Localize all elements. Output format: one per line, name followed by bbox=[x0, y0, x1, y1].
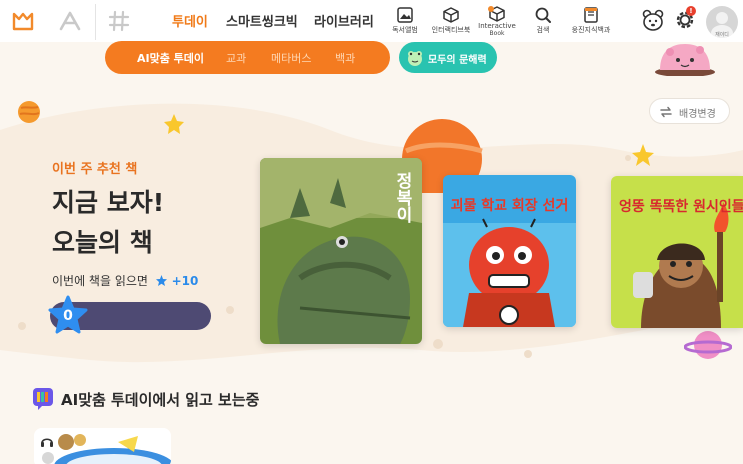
nav-library[interactable]: 라이브러리 bbox=[314, 11, 374, 30]
background-change-label: 배경변경 bbox=[679, 109, 716, 120]
swap-icon bbox=[660, 106, 672, 118]
tab-metaverse[interactable]: 메타버스 bbox=[271, 50, 311, 66]
interactive-en-label-2: Book bbox=[489, 30, 505, 37]
blue-star-icon bbox=[155, 275, 167, 286]
star-deco-icon bbox=[164, 114, 184, 134]
headphones-icon bbox=[41, 438, 53, 447]
pink-planet-deco bbox=[684, 331, 732, 359]
album-icon bbox=[397, 7, 413, 23]
subnav-bar: AI맞춤 투데이 교과 메타버스 백과 bbox=[105, 41, 390, 74]
book-stack-icon bbox=[33, 388, 53, 410]
encyclopedia-label: 웅진지식백과 bbox=[571, 26, 611, 34]
encyclopedia-button[interactable]: 웅진지식백과 bbox=[566, 6, 616, 34]
avatar-name: 재이디 bbox=[715, 32, 729, 38]
top-bar: 투데이 스마트씽크빅 라이브러리 독서앨범 인터랙티브북 Interactive… bbox=[0, 0, 743, 42]
book-card-2[interactable]: 괴물 학교 회장 선거 bbox=[443, 175, 576, 327]
notification-badge: ! bbox=[686, 6, 696, 16]
hero-title: 지금 보자! 오늘의 책 bbox=[52, 183, 164, 263]
book-title-3: 엉뚱 똑똑한 원시인들 bbox=[619, 199, 743, 215]
avatar[interactable]: 재이디 bbox=[706, 6, 738, 38]
star-count: 0 bbox=[63, 308, 73, 324]
book-card-3[interactable]: 엉뚱 똑똑한 원시인들 bbox=[611, 176, 743, 328]
reward-points: +10 bbox=[171, 274, 199, 288]
tab-curriculum[interactable]: 교과 bbox=[226, 50, 246, 66]
avatar-head bbox=[716, 12, 728, 24]
search-icon bbox=[535, 7, 551, 23]
book-title-1: 정복이 bbox=[392, 172, 412, 223]
interactive-book-en-button[interactable]: Interactive Book bbox=[472, 6, 522, 37]
star-count-badge: 0 bbox=[46, 294, 90, 338]
interactive-book-kr-button[interactable]: 인터랙티브북 bbox=[426, 6, 476, 34]
hero-title-line-2: 오늘의 책 bbox=[52, 228, 153, 257]
reward-text: 이번에 책을 읽으면 +10 bbox=[52, 272, 198, 289]
pink-creature-deco bbox=[655, 44, 715, 76]
nav-today[interactable]: 투데이 bbox=[172, 11, 208, 30]
section-title: AI맞춤 투데이에서 읽고 보는중 bbox=[61, 391, 260, 409]
search-label: 검색 bbox=[536, 26, 550, 34]
frog-face-icon bbox=[408, 51, 422, 66]
literacy-button[interactable]: 모두의 문해력 bbox=[399, 42, 497, 73]
star-deco-right-icon bbox=[632, 144, 654, 166]
encyclopedia-icon bbox=[584, 7, 598, 23]
interactive-kr-label: 인터랙티브북 bbox=[431, 26, 471, 34]
box-en-icon bbox=[488, 6, 505, 22]
book-card-1[interactable]: 정복이 bbox=[260, 158, 422, 344]
interactive-en-label-1: Interactive bbox=[478, 22, 516, 30]
bear-icon[interactable] bbox=[641, 8, 665, 32]
ai-logo-icon[interactable] bbox=[58, 10, 82, 32]
reading-card[interactable] bbox=[34, 428, 171, 464]
reading-album-button[interactable]: 독서앨범 bbox=[380, 6, 430, 34]
grid-logo-icon[interactable] bbox=[107, 9, 131, 33]
hero-subtitle: 이번 주 추천 책 bbox=[52, 162, 138, 177]
search-button[interactable]: 검색 bbox=[518, 6, 568, 34]
reward-label: 이번에 책을 읽으면 bbox=[52, 274, 148, 288]
album-label: 독서앨범 bbox=[392, 26, 418, 34]
literacy-label: 모두의 문해력 bbox=[428, 55, 487, 66]
background-change-button[interactable]: 배경변경 bbox=[649, 98, 730, 124]
planet-icon bbox=[18, 101, 40, 123]
hero-title-line-1: 지금 보자! bbox=[52, 188, 165, 217]
box-icon bbox=[443, 7, 459, 23]
reading-card-thumbnail bbox=[34, 428, 171, 464]
tab-encyclopedia[interactable]: 백과 bbox=[335, 50, 355, 66]
nav-smart-thinkbig[interactable]: 스마트씽크빅 bbox=[226, 11, 298, 30]
divider bbox=[95, 4, 96, 40]
tab-ai-today[interactable]: AI맞춤 투데이 bbox=[137, 50, 204, 66]
home-logo-icon[interactable] bbox=[12, 10, 34, 32]
book-title-2: 괴물 학교 회장 선거 bbox=[450, 198, 569, 214]
